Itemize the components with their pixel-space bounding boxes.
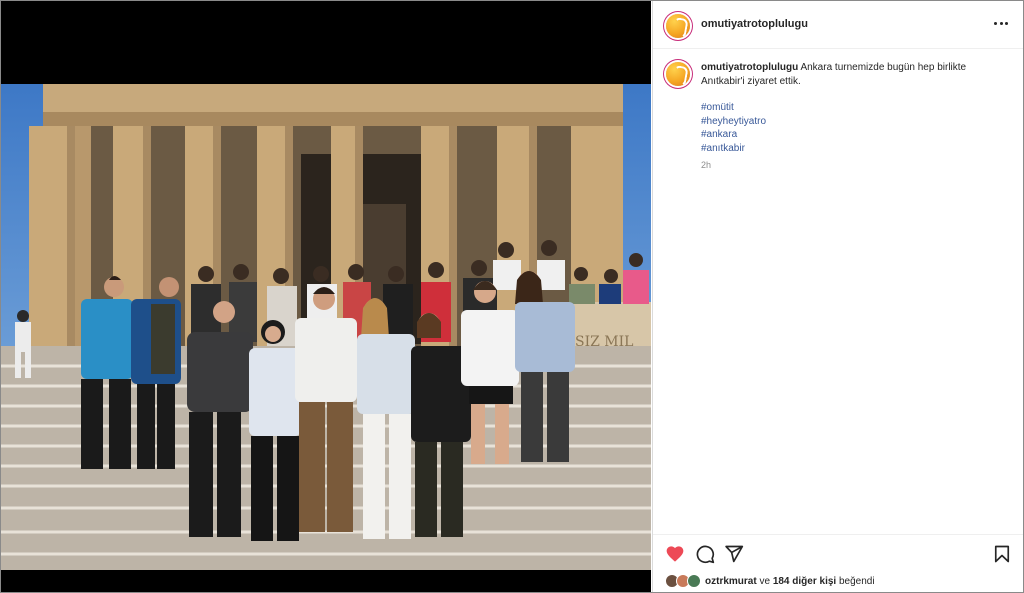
post-photo[interactable]: SIZ MIL (1, 84, 651, 570)
bookmark-icon[interactable] (992, 544, 1012, 564)
share-icon[interactable] (724, 544, 744, 564)
caption-text: omutiyatrotoplulugu Ankara turnemizde bu… (701, 61, 1001, 88)
likes-connector: ve (759, 575, 771, 587)
hashtag-heyheytiyatro[interactable]: #heyheytiyatro (701, 115, 766, 129)
hashtag-omutit[interactable]: #omütit (701, 101, 766, 115)
hashtag-ankara[interactable]: #ankara (701, 128, 766, 142)
more-options-icon[interactable] (994, 16, 1008, 30)
liker-avatars (665, 574, 701, 588)
hashtag-anitkabir[interactable]: #anıtkabir (701, 142, 766, 156)
caption-avatar[interactable] (666, 62, 690, 86)
heart-filled-icon[interactable] (665, 544, 685, 564)
likes-others-link[interactable]: 184 diğer kişi (773, 576, 836, 587)
likes-summary[interactable]: oztrkmurat ve 184 diğer kişi beğendi (665, 574, 875, 588)
post-media[interactable]: SIZ MIL (1, 1, 651, 592)
post-dialog: SIZ MIL omutiyatrotoplulugu omutiyatroto… (0, 0, 1024, 593)
liker-avatar (687, 574, 701, 588)
liker-username[interactable]: oztrkmurat (705, 576, 757, 587)
caption-username[interactable]: omutiyatrotoplulugu (701, 62, 798, 73)
post-timestamp: 2h (701, 160, 712, 170)
comment-icon[interactable] (695, 544, 715, 564)
hashtag-list: #omütit #heyheytiyatro #ankara #anıtkabi… (701, 101, 766, 155)
post-header: omutiyatrotoplulugu (653, 1, 1023, 49)
post-sidebar: omutiyatrotoplulugu omutiyatrotoplulugu … (652, 1, 1023, 592)
profile-avatar[interactable] (666, 14, 690, 38)
likes-suffix: beğendi (838, 575, 875, 587)
username-link[interactable]: omutiyatrotoplulugu (701, 18, 808, 30)
action-bar (653, 534, 1023, 575)
group-photo-illustration: SIZ MIL (1, 84, 651, 570)
